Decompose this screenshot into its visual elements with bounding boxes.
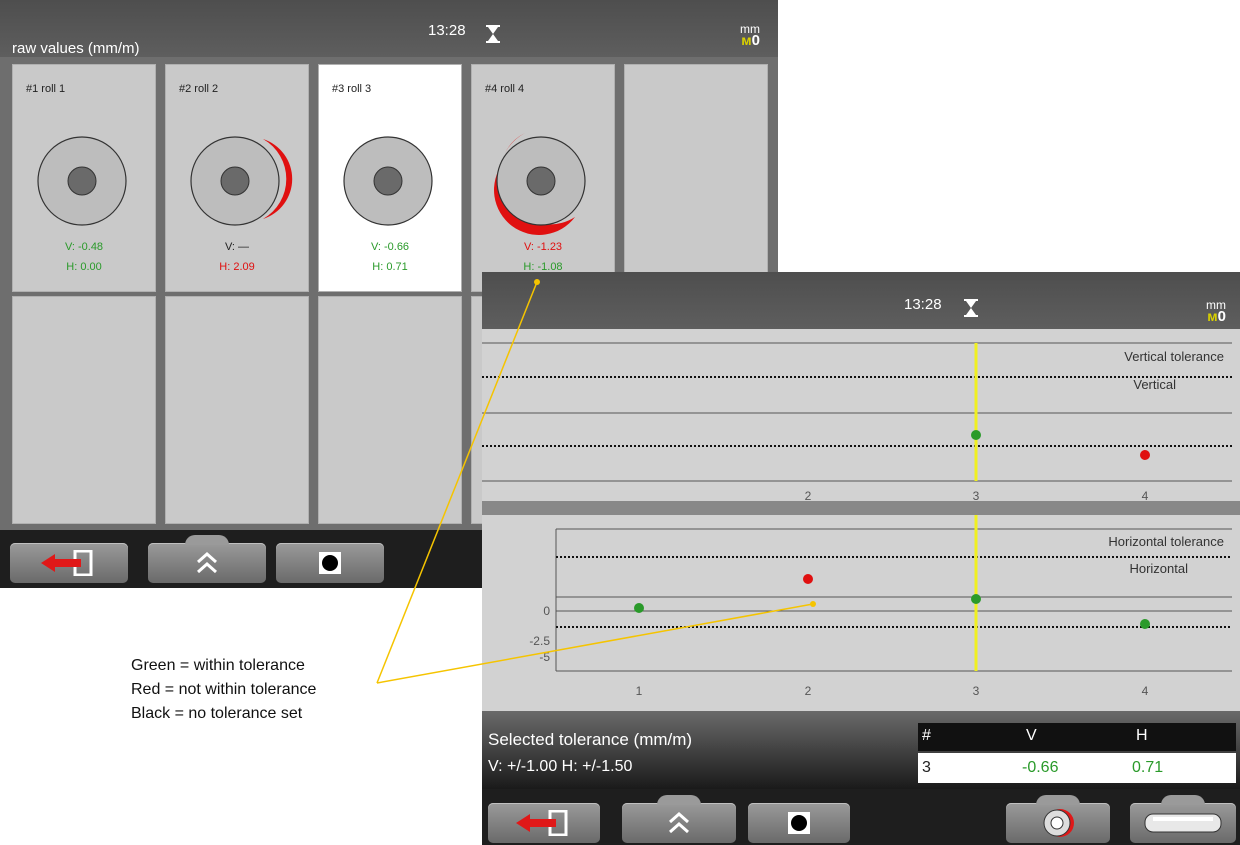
legend-red: Red = not within tolerance — [131, 681, 317, 698]
legend-green: Green = within tolerance — [131, 657, 305, 674]
legend-black: Black = no tolerance set — [131, 705, 303, 722]
color-legend: Green = within tolerance Red = not withi… — [131, 654, 316, 726]
